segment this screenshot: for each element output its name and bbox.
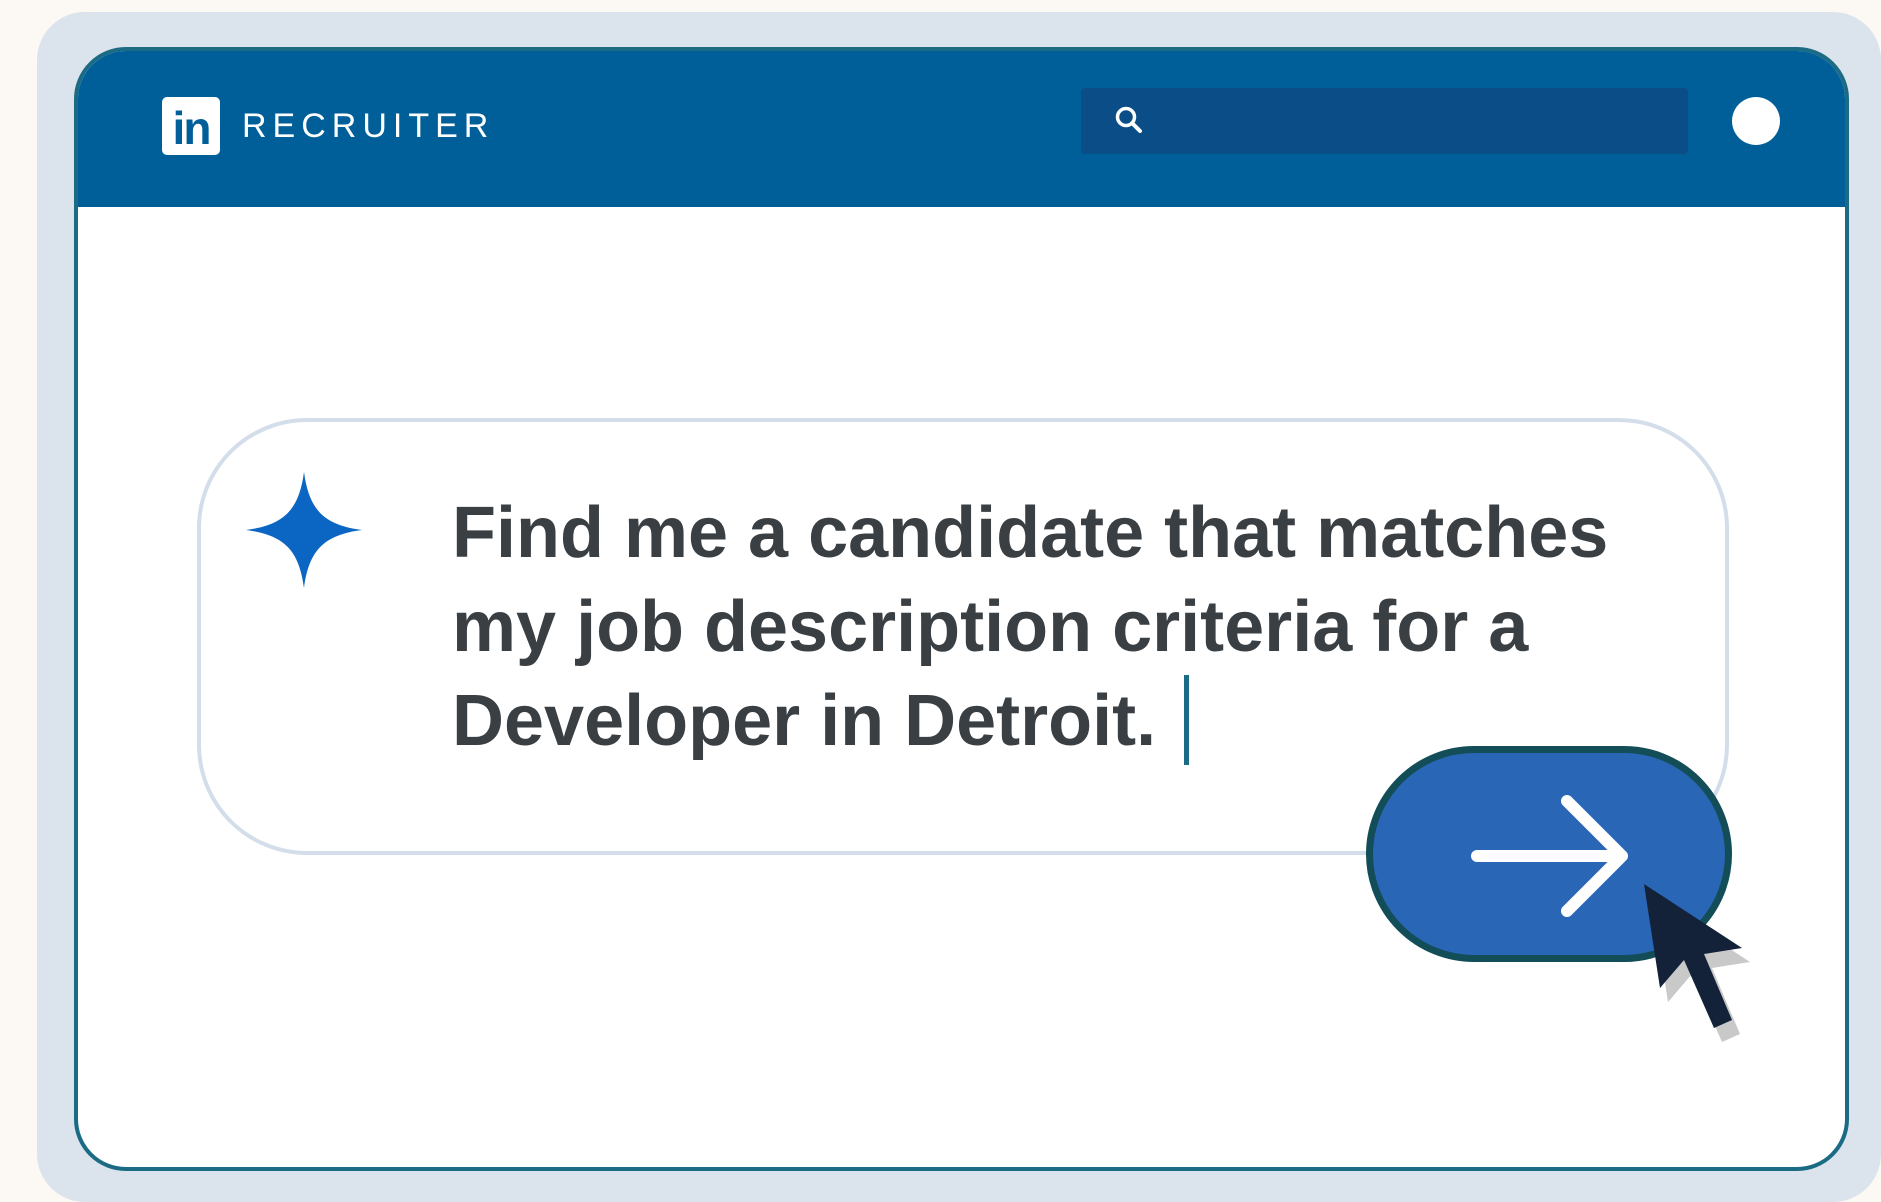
search-input[interactable] — [1081, 88, 1688, 154]
prompt-line-1: Find me a candidate that matches — [452, 493, 1609, 573]
prompt-line-3-text: Developer in Detroit. — [452, 681, 1157, 761]
prompt-line-2: my job description criteria for a — [452, 587, 1529, 667]
linkedin-logo[interactable]: in — [162, 97, 220, 155]
prompt-text[interactable]: Find me a candidate that matches my job … — [452, 486, 1682, 771]
avatar[interactable] — [1732, 97, 1780, 145]
mouse-cursor-icon — [1644, 884, 1750, 1042]
text-caret — [1184, 674, 1190, 765]
product-name: RECRUITER — [242, 107, 495, 145]
arrow-right-icon — [1471, 795, 1628, 917]
top-navigation-bar: in RECRUITER — [78, 51, 1845, 207]
search-icon — [1115, 106, 1142, 133]
linkedin-logo-text: in — [172, 102, 212, 154]
sparkle-icon — [246, 472, 362, 588]
